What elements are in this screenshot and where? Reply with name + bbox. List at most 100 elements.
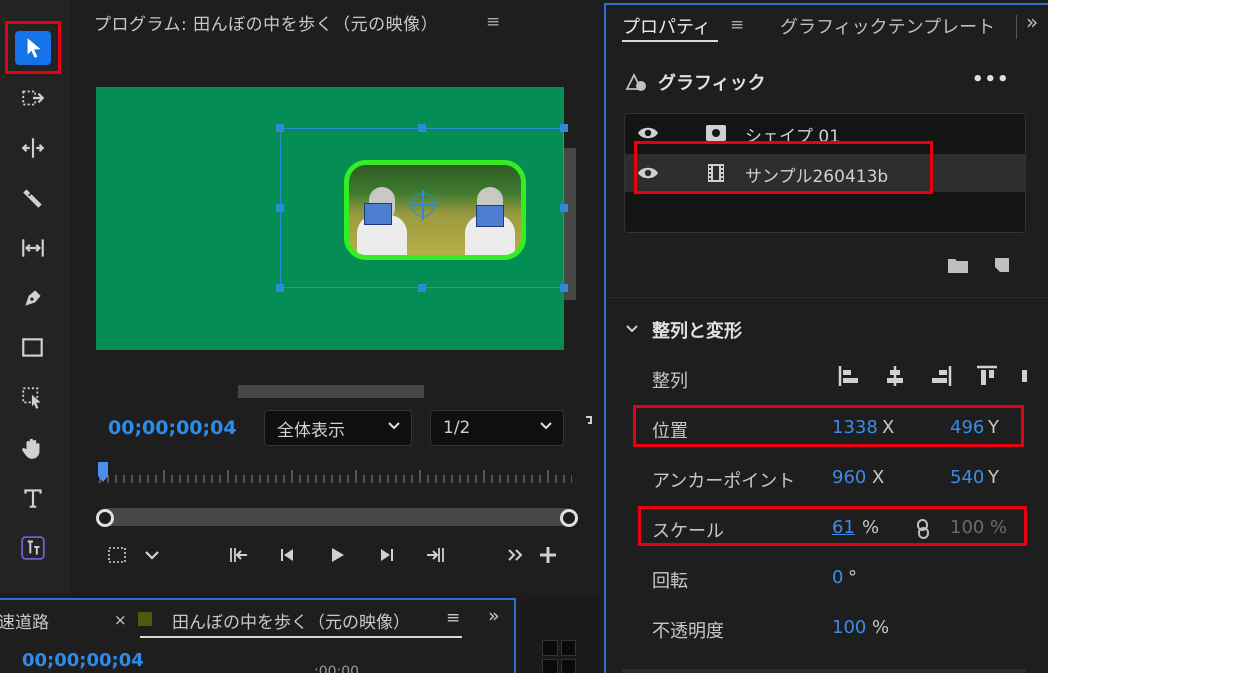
caption-tool-button[interactable]: [11, 528, 55, 568]
canvas-horizontal-scrollbar[interactable]: [238, 385, 424, 398]
tab-essential-graphics[interactable]: グラフィックテンプレート: [780, 13, 995, 39]
shape-layer-icon: [706, 125, 726, 141]
overflow-controls-button[interactable]: [504, 541, 528, 569]
rectangle-icon: [22, 338, 43, 357]
opacity-value[interactable]: 100: [832, 617, 866, 638]
playback-resolution-value: 1/2: [443, 418, 471, 438]
align-top-icon[interactable]: [974, 363, 1000, 389]
anchor-y-unit: Y: [988, 467, 999, 488]
pen-tool-button[interactable]: [11, 278, 55, 318]
program-monitor-panel: プログラム: 田んぼの中を歩く（元の映像） ≡ 00;00;00;04 全体表示: [74, 0, 600, 593]
align-left-icon[interactable]: [836, 363, 862, 389]
timeline-tab-highway[interactable]: 速道路: [0, 608, 49, 633]
timeline-ruler-label: ;00;00: [314, 664, 360, 673]
caption-icon: [21, 536, 45, 560]
chevron-down-icon: [540, 422, 552, 430]
text-icon: [24, 489, 42, 508]
tab-properties[interactable]: プロパティ: [622, 13, 711, 39]
chevron-down-icon[interactable]: [624, 321, 640, 337]
button-editor-button[interactable]: [534, 541, 562, 569]
close-tab-icon[interactable]: ×: [114, 611, 127, 629]
more-tabs-button[interactable]: »: [1026, 10, 1038, 34]
ripple-edit-tool-button[interactable]: [11, 128, 55, 168]
program-panel-menu-icon[interactable]: ≡: [486, 12, 500, 32]
go-to-out-button[interactable]: [420, 541, 450, 569]
zoom-bar-left-handle[interactable]: [96, 509, 114, 527]
safe-margins-icon: [108, 547, 126, 563]
playback-resolution-select[interactable]: 1/2: [430, 410, 564, 446]
hand-tool-button[interactable]: [11, 428, 55, 468]
position-row-highlight: [633, 405, 1024, 447]
more-tabs-button[interactable]: »: [488, 605, 500, 627]
properties-panel-menu-icon[interactable]: ≡: [730, 15, 744, 35]
rotation-value[interactable]: 0: [832, 567, 843, 588]
canvas-vertical-scrollbar[interactable]: [564, 148, 576, 300]
anchor-x-value[interactable]: 960: [832, 467, 866, 488]
align-vertical-center-icon[interactable]: [1020, 363, 1030, 389]
zoom-bar-right-handle[interactable]: [560, 509, 578, 527]
pen-icon: [25, 290, 41, 306]
safe-margins-button[interactable]: [102, 541, 132, 569]
transform-handle-top[interactable]: [418, 124, 426, 132]
settings-wrench-icon[interactable]: [582, 414, 596, 432]
align-buttons: [836, 363, 1030, 389]
transform-handle-left[interactable]: [276, 204, 284, 212]
transform-handle-bottom-left[interactable]: [276, 284, 284, 292]
track-select-forward-tool-button[interactable]: [11, 78, 55, 118]
align-label: 整列: [652, 371, 688, 392]
chevron-down-icon: [145, 551, 159, 560]
more-controls-button[interactable]: [140, 541, 164, 569]
tools-panel: [0, 0, 70, 593]
eye-icon[interactable]: [637, 125, 659, 141]
transform-handle-top-right[interactable]: [560, 124, 568, 132]
transform-handle-top-left[interactable]: [276, 124, 284, 132]
scale-row-highlight: [638, 506, 1027, 546]
graphic-more-button[interactable]: •••: [972, 69, 1010, 90]
timeline-panel-menu-icon[interactable]: ≡: [446, 608, 460, 628]
properties-panel: プロパティ ≡ グラフィックテンプレート » グラフィック ••• シェイプ 0…: [604, 3, 1048, 673]
graphic-section-title: グラフィック: [658, 73, 766, 94]
transform-handle-right[interactable]: [560, 204, 568, 212]
align-transform-section-title[interactable]: 整列と変形: [652, 317, 742, 343]
new-layer-icon[interactable]: [992, 255, 1012, 275]
timeline-tab-active[interactable]: 田んぼの中を歩く（元の映像）: [172, 608, 410, 633]
opacity-label: 不透明度: [652, 621, 724, 642]
time-ruler[interactable]: [96, 466, 572, 486]
align-right-icon[interactable]: [928, 363, 954, 389]
rectangle-tool-button[interactable]: [11, 328, 55, 368]
step-back-button[interactable]: [272, 541, 302, 569]
razor-tool-button[interactable]: [11, 178, 55, 218]
program-monitor-title[interactable]: プログラム: 田んぼの中を歩く（元の映像）: [94, 10, 438, 35]
panel-bottom-scroll[interactable]: [622, 669, 1026, 673]
double-chevron-right-icon: [508, 549, 523, 561]
graphic-shapes-icon: [625, 72, 646, 91]
grid-icon[interactable]: [542, 640, 576, 673]
anchor-point-label: アンカーポイント: [652, 471, 796, 492]
active-tab-underline: [140, 636, 462, 638]
play-icon: [332, 548, 344, 562]
selection-tool-highlight: [5, 21, 61, 74]
step-back-icon: [281, 549, 293, 561]
new-folder-icon[interactable]: [946, 255, 970, 275]
transform-handle-bottom[interactable]: [418, 284, 426, 292]
align-horizontal-center-icon[interactable]: [882, 363, 908, 389]
zoom-level-select[interactable]: 全体表示: [264, 410, 412, 446]
transform-handle-bottom-right[interactable]: [560, 284, 568, 292]
zoom-scroll-bar[interactable]: [100, 508, 574, 526]
step-forward-button[interactable]: [372, 541, 402, 569]
go-to-in-button[interactable]: [224, 541, 254, 569]
timeline-timecode[interactable]: 00;00;00;04: [22, 650, 144, 671]
clip-layer-highlight: [634, 141, 933, 194]
hand-select-tool-button[interactable]: [11, 378, 55, 418]
anchor-x-unit: X: [872, 467, 885, 488]
type-tool-button[interactable]: [11, 478, 55, 518]
program-timecode[interactable]: 00;00;00;04: [108, 417, 237, 439]
marquee-select-icon: [22, 387, 41, 409]
active-tab-underline: [622, 40, 718, 42]
play-button[interactable]: [322, 541, 352, 569]
anchor-point-crosshair-icon[interactable]: [408, 190, 438, 220]
go-to-out-icon: [427, 548, 444, 562]
slip-icon: [22, 239, 44, 257]
slip-tool-button[interactable]: [11, 228, 55, 268]
anchor-y-value[interactable]: 540: [950, 467, 984, 488]
